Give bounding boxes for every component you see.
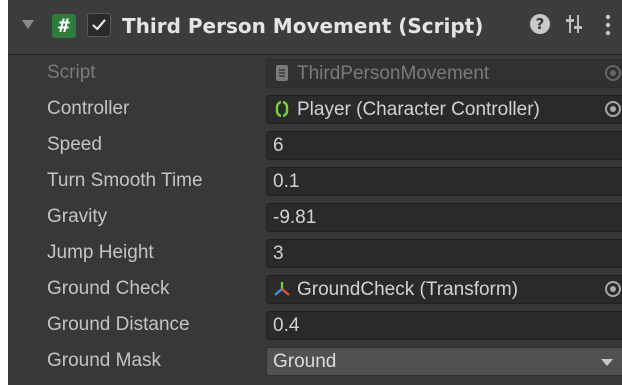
ground-check-object-field[interactable]: GroundCheck (Transform) [266,275,622,304]
turn-smooth-time-input[interactable]: 0.1 [266,167,622,196]
field-row-jump-height: Jump Height 3 [8,235,622,271]
controller-value: Player (Character Controller) [297,99,540,120]
script-value: ThirdPersonMovement [297,63,490,84]
field-row-ground-distance: Ground Distance 0.4 [8,307,622,343]
checkmark-icon [92,19,106,31]
ground-check-value: GroundCheck (Transform) [297,279,519,300]
script-asset-icon [276,65,288,81]
object-picker-icon [605,65,621,81]
ground-check-label: Ground Check [47,278,170,299]
field-row-ground-mask: Ground Mask Ground [8,343,622,379]
jump-height-label[interactable]: Jump Height [47,235,154,271]
speed-label[interactable]: Speed [47,127,102,163]
gravity-label[interactable]: Gravity [47,199,107,235]
field-row-controller: Controller Player (Character Controller) [8,91,622,127]
field-row-turn-smooth-time: Turn Smooth Time 0.1 [8,163,622,199]
field-row-script: Script ThirdPersonMovement [8,55,622,91]
ground-mask-dropdown[interactable]: Ground [266,347,622,376]
ground-mask-value: Ground [273,351,337,372]
inspector-component-panel: # Third Person Movement (Script) ? Scrip… [8,0,622,385]
field-row-ground-check: Ground Check GroundCheck (Transform) [8,271,622,307]
turn-smooth-time-label[interactable]: Turn Smooth Time [47,163,203,199]
chevron-down-icon [601,359,613,366]
csharp-script-icon: # [52,14,76,38]
ground-mask-label: Ground Mask [47,350,162,371]
controller-label: Controller [47,98,130,119]
jump-height-input[interactable]: 3 [266,239,622,268]
foldout-arrow-icon[interactable] [22,20,34,29]
script-label: Script [47,62,96,83]
transform-icon [274,282,290,296]
preset-icon[interactable] [564,13,584,35]
object-picker-icon[interactable] [605,101,621,117]
field-row-speed: Speed 6 [8,127,622,163]
field-row-gravity: Gravity -9.81 [8,199,622,235]
gravity-input[interactable]: -9.81 [266,203,622,232]
script-object-field: ThirdPersonMovement [266,59,622,88]
controller-object-field[interactable]: Player (Character Controller) [266,95,622,124]
speed-input[interactable]: 6 [266,131,622,160]
help-icon[interactable]: ? [530,14,550,34]
ground-distance-input[interactable]: 0.4 [266,311,622,340]
component-title: Third Person Movement (Script) [122,14,484,38]
component-header[interactable]: # Third Person Movement (Script) ? [8,0,622,55]
character-controller-icon [275,100,289,118]
component-enabled-checkbox[interactable] [87,13,111,37]
ground-distance-label[interactable]: Ground Distance [47,307,190,343]
object-picker-icon[interactable] [605,281,621,297]
kebab-menu-icon[interactable] [605,14,611,36]
